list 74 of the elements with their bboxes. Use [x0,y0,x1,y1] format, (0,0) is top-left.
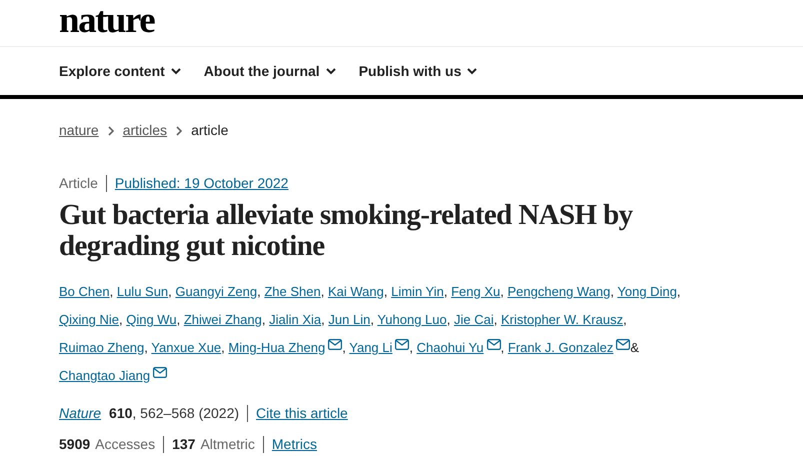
author-link[interactable]: Yang Li [349,340,392,355]
author-separator: , [342,340,346,355]
author-link[interactable]: Chaohui Yu [416,340,484,355]
author-separator: & [630,340,640,355]
author-separator: , [118,312,123,327]
envelope-icon[interactable] [153,367,168,378]
author-link[interactable]: Ruimao Zheng [59,340,144,355]
author-link[interactable]: Feng Xu [451,284,500,299]
author-separator: , [610,284,614,299]
author-link[interactable]: Jialin Xia [269,312,322,327]
author-separator: , [500,340,504,355]
author-separator: , [384,284,388,299]
author-separator: , [494,312,498,327]
chevron-down-icon [326,68,336,74]
author-separator: , [500,284,504,299]
author-link[interactable]: Lulu Sun [116,284,168,299]
author-link[interactable]: Yong Ding [617,284,677,299]
cite-link[interactable]: Cite this article [256,403,348,424]
author-link[interactable]: Jie Cai [454,312,494,327]
published-date-link[interactable]: Published: 19 October 2022 [114,173,288,194]
chevron-down-icon [170,68,181,74]
author-separator: , [409,340,414,355]
author-link[interactable]: Qing Wu [126,312,177,327]
author-separator: , [676,284,681,299]
author-separator: , [221,340,225,355]
author-separator: , [320,284,324,299]
author-separator: , [176,312,180,327]
author-link[interactable]: Kristopher W. Krausz [500,312,624,327]
breadcrumb-link[interactable]: articles [122,120,168,141]
author-separator: , [623,312,627,327]
envelope-icon[interactable] [616,339,630,350]
author-link[interactable]: Yanxue Xue [151,340,222,355]
author-link[interactable]: Ming-Hua Zheng [228,340,326,355]
nav-menu-button[interactable]: Publish with us [358,60,478,82]
author-separator: , [262,312,266,327]
author-separator: , [257,284,261,299]
nav-menu-button[interactable]: About the journal [204,60,336,82]
metrics-link[interactable]: Metrics [272,434,318,455]
chevron-right-icon [176,126,182,136]
site-logo[interactable]: nature [59,2,154,40]
author-separator: , [370,312,374,327]
author-link[interactable]: Zhiwei Zhang [184,312,262,327]
metric-stat: 137 Altmetric [172,435,255,454]
metric-stat: 5909 Accesses [59,435,156,454]
author-separator: , [168,284,172,299]
author-separator: , [446,312,450,327]
author-link[interactable]: Guangyi Zeng [175,284,258,299]
author-link[interactable]: Frank J. Gonzalez [508,340,614,355]
breadcrumb-link[interactable]: nature [59,120,99,141]
breadcrumb-current: article [191,121,228,140]
author-separator: , [144,340,148,355]
article-title: Gut bacteria alleviate smoking-related NASH by degrading gut nicotine [58,200,634,262]
author-link[interactable]: Zhe Shen [264,284,321,299]
author-link[interactable]: Pengcheng Wang [508,284,610,299]
author-separator: , [110,284,114,299]
author-link[interactable]: Changtao Jiang [59,368,150,383]
chevron-down-icon [467,68,478,74]
author-link[interactable]: Kai Wang [328,284,384,299]
author-separator: , [444,284,448,299]
envelope-icon[interactable] [395,339,410,350]
volume-number: 610 [109,404,132,423]
chevron-right-icon [108,126,114,136]
nav-menu-button[interactable]: Explore content [59,60,181,82]
author-link[interactable]: Yuhong Luo [377,312,447,327]
author-separator: , [321,312,325,327]
author-link[interactable]: Jun Lin [328,312,370,327]
page-range: , 562–568 (2022) [132,404,240,423]
author-link[interactable]: Bo Chen [59,284,110,299]
journal-link[interactable]: Nature [59,403,102,424]
author-link[interactable]: Limin Yin [391,284,444,299]
article-type: Article [59,174,98,193]
envelope-icon[interactable] [328,339,342,350]
envelope-icon[interactable] [486,339,501,350]
author-link[interactable]: Qixing Nie [59,312,119,327]
